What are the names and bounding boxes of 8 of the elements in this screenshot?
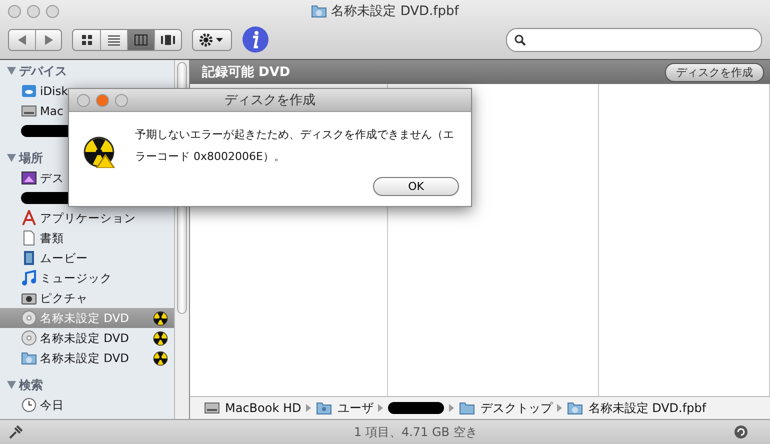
window-title: 名称未設定 DVD.fpbf [331, 3, 459, 20]
dialog-title: ディスクを作成 [224, 93, 316, 108]
content-header-title: 記録可能 DVD [202, 64, 290, 81]
sidebar-section-title: デバイス [19, 62, 67, 80]
sidebar-section-title: 検索 [19, 376, 43, 394]
error-message: 予期しないエラーが起きたため、ディスクを作成できません（エラーコード 0x8002006E）。 [135, 127, 455, 165]
status-text: 1 項目、4.71 GB 空き [354, 424, 478, 440]
sidebar-section-title: 場所 [19, 150, 43, 166]
